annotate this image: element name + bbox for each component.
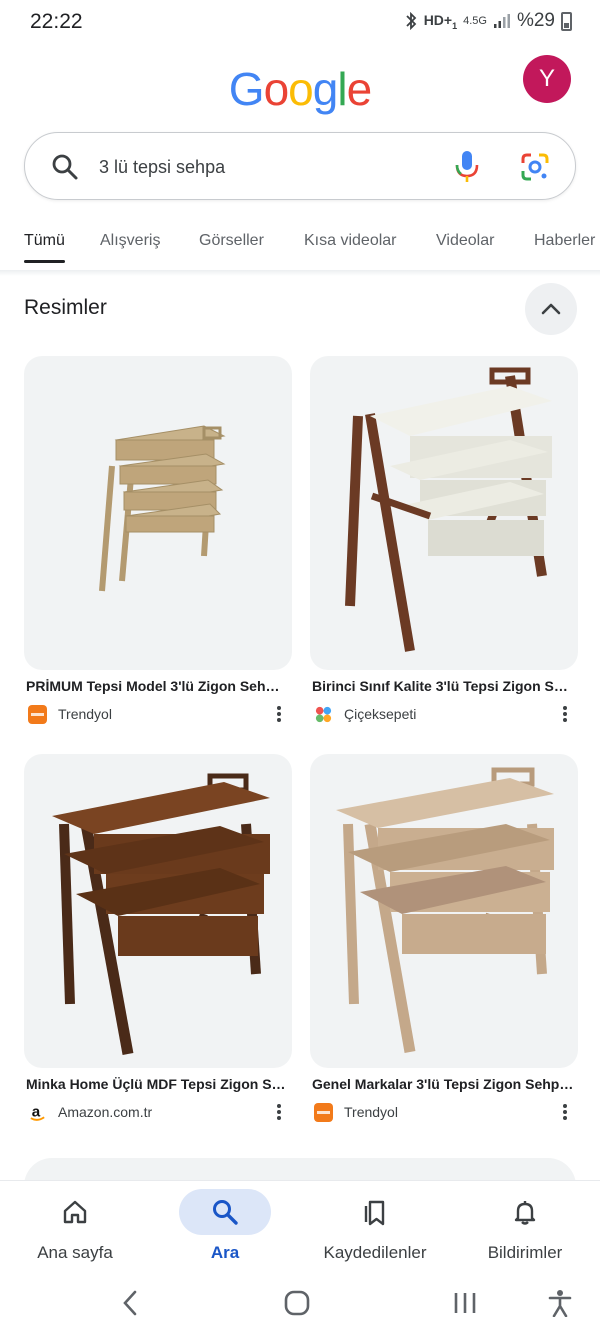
nav-search-label: Ara [210,1243,240,1262]
nav-search[interactable]: Ara [150,1181,300,1263]
battery-percent: %29 [516,10,555,31]
result-title[interactable]: Minka Home Üçlü MDF Tepsi Zigon Seh... [26,1076,288,1092]
tab-item[interactable]: Kısa videolar [304,232,397,250]
recents-icon [454,1293,476,1313]
side-table-image [345,367,552,652]
trendyol-icon [314,1102,333,1122]
chevron-up-icon [541,303,561,315]
logo-letter: G [228,63,265,115]
source-name: Amazon.com.tr [58,1104,153,1120]
tab-item[interactable]: Alışveriş [100,232,160,250]
more-options-icon[interactable] [276,1103,282,1121]
logo-letter: o [263,63,290,115]
google-lens-icon[interactable] [519,151,551,183]
nav-notifications-icon-wrap [479,1189,571,1235]
status-time: 22:22 [30,10,83,33]
result-image[interactable] [310,356,578,670]
search-box[interactable]: 3 lü tepsi sehpa [24,132,576,200]
home-button[interactable] [277,1283,317,1323]
result-title[interactable]: Genel Markalar 3'lü Tepsi Zigon Sehpa ..… [312,1076,574,1092]
nav-notifications-label: Bildirimler [487,1243,563,1262]
tab-item[interactable]: Videolar [436,232,494,250]
nav-home[interactable]: Ana sayfa [0,1181,150,1263]
result-source[interactable]: Trendyol [310,1102,578,1122]
signal-icon [493,14,510,28]
bluetooth-icon [406,12,416,30]
result-title[interactable]: PRİMUM Tepsi Model 3'lü Zigon Sehpa ... [26,678,288,694]
result-title[interactable]: Birinci Sınıf Kalite 3'lü Tepsi Zigon Se… [312,678,574,694]
image-result[interactable]: PRİMUM Tepsi Model 3'lü Zigon Sehpa ... … [24,356,292,724]
system-nav-bar [0,1273,600,1333]
status-icons: HD+1 4.5G %29 [404,10,572,32]
amazon-icon: a [30,1103,45,1121]
image-result[interactable]: Minka Home Üçlü MDF Tepsi Zigon Seh... a… [24,754,292,1122]
recents-button[interactable] [445,1283,485,1323]
nav-saved-label: Kaydedilenler [323,1243,427,1262]
more-options-icon[interactable] [562,1103,568,1121]
logo-letter: g [312,63,339,115]
section-title: Resimler [24,296,107,319]
search-icon [213,1200,238,1225]
logo-letter: o [288,63,314,115]
microphone-icon[interactable] [453,149,481,185]
home-circle-icon [284,1290,310,1316]
search-input[interactable]: 3 lü tepsi sehpa [99,157,225,178]
image-result[interactable]: Genel Markalar 3'lü Tepsi Zigon Sehpa ..… [310,754,578,1122]
side-table-image [336,767,554,1053]
nav-saved[interactable]: Kaydedilenler [300,1181,450,1263]
svg-text:a: a [32,1103,41,1120]
back-icon [123,1290,137,1316]
source-name: Çiçeksepeti [344,706,417,722]
more-options-icon[interactable] [276,705,282,723]
battery-icon [561,11,572,31]
source-name: Trendyol [344,1104,398,1120]
nav-home-icon-wrap [29,1189,121,1235]
result-image[interactable] [24,356,292,670]
search-icon[interactable] [51,153,79,181]
result-source[interactable]: Trendyol [24,704,292,724]
avatar[interactable]: Y [523,55,571,103]
result-source[interactable]: Çiçeksepeti [310,704,578,724]
logo-letter: l [337,63,347,115]
nav-saved-icon-wrap [329,1189,421,1235]
bell-icon [514,1201,536,1225]
back-button[interactable] [110,1283,150,1323]
result-image[interactable] [24,754,292,1068]
nav-search-icon-wrap [179,1189,271,1235]
tab-item[interactable]: Görseller [199,232,264,250]
network-type: 4.5G [463,15,487,27]
image-result[interactable]: Birinci Sınıf Kalite 3'lü Tepsi Zigon Se… [310,356,578,724]
bookmarks-icon [364,1200,385,1226]
collapse-button[interactable] [525,283,577,335]
hd-icon: HD+1 [423,11,458,31]
tab-all[interactable]: Tümü [24,232,65,263]
trendyol-icon [28,704,47,724]
result-source[interactable]: a Amazon.com.tr [24,1102,292,1122]
side-table-image [52,773,270,1055]
status-bar: 22:22 HD+1 4.5G %29 [0,0,600,44]
ciceksepeti-icon [315,706,332,722]
nav-home-label: Ana sayfa [37,1243,113,1262]
more-options-icon[interactable] [562,705,568,723]
accessibility-button[interactable] [540,1283,580,1323]
accessibility-icon [548,1290,572,1317]
tabs-divider [0,270,600,276]
tab-item[interactable]: Haberler [534,232,595,250]
search-tabs: Tümü Alışveriş Görseller Kısa videolar Video… [0,232,600,272]
home-icon [63,1200,87,1224]
side-table-image [99,425,226,592]
source-name: Trendyol [58,706,112,722]
logo-letter: e [346,63,373,115]
result-image[interactable] [310,754,578,1068]
google-logo: Google [0,62,600,116]
bottom-nav: Ana sayfa Ara Kaydedilenler Bildirimler [0,1180,600,1273]
nav-notifications[interactable]: Bildirimler [450,1181,600,1263]
